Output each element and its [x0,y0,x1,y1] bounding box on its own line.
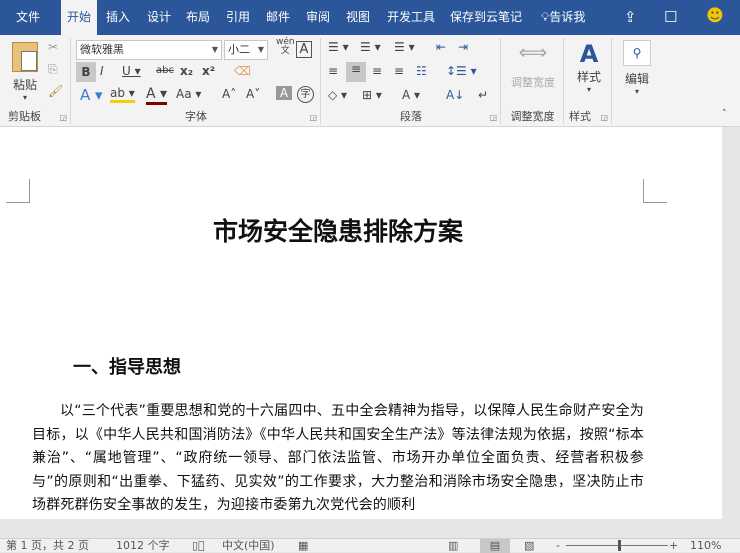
vertical-scrollbar[interactable] [722,127,740,519]
print-layout-icon[interactable]: ▤ [480,539,510,553]
adjust-width-group: ⟺ 调整宽度 调整宽度 [502,38,564,124]
justify-button[interactable]: ≡ [394,64,404,78]
language-indicator[interactable]: 中文(中国) [222,539,275,553]
align-left-button[interactable]: ≡ [328,64,338,78]
tab-layout[interactable]: 布局 [180,0,216,35]
zoom-out-button[interactable]: - [556,539,560,553]
proofing-icon[interactable]: ▯ͯ [192,539,205,553]
sort-button[interactable]: A↓ [446,88,464,102]
styles-icon: A [579,40,599,68]
chevron-down-icon[interactable]: ▼ [212,41,218,59]
asian-layout-button[interactable]: A ▾ [402,88,420,102]
align-center-button[interactable]: ≡ [346,62,366,82]
copy-icon[interactable]: ⎘ [48,62,58,77]
ribbon-tab-bar: 文件 开始 插入 设计 布局 引用 邮件 审阅 视图 开发工具 保存到云笔记 💡… [0,0,740,35]
clear-formatting-icon[interactable]: ⌫ [234,64,251,78]
superscript-button[interactable]: x² [202,64,215,78]
share-icon[interactable]: ⇪ [624,8,637,26]
status-bar: 第 1 页，共 2 页 1012 个字 ▯ͯ 中文(中国) ▦ ▥ ▤ ▧ - … [0,538,740,553]
body-paragraph: 以“三个代表”重要思想和党的十六届四中、五中全会精神为指导，以保障人民生命财产安… [32,403,644,513]
document-title: 市场安全隐患排除方案 [212,217,463,246]
text-effects-button[interactable]: A ▾ [80,86,103,104]
tab-developer[interactable]: 开发工具 [381,0,441,35]
align-right-button[interactable]: ≡ [372,64,382,78]
tab-design[interactable]: 设计 [141,0,177,35]
underline-button[interactable]: U ▾ [122,64,141,78]
tell-me-button[interactable]: 💡︎告诉我 [535,0,591,35]
dialog-launcher-icon[interactable]: ◲ [309,113,317,122]
macro-record-icon[interactable]: ▦ [298,539,308,553]
italic-button[interactable]: I [100,64,104,78]
numbering-button[interactable]: ☰ ▾ [360,40,381,54]
smiley-feedback-icon[interactable]: ☻ [706,6,724,26]
tab-review[interactable]: 审阅 [300,0,336,35]
paragraph-group: ☰ ▾ ☰ ▾ ☰ ▾ ⇤ ⇥ ≡ ≡ ≡ ≡ ☷ ↕☰ ▾ ◇ ▾ ⊞ ▾ A… [322,38,501,124]
tab-mailings[interactable]: 邮件 [260,0,296,35]
font-size-combo[interactable]: 小二 ▼ [224,40,268,60]
collapse-ribbon-icon[interactable]: ˄ [722,109,727,119]
clipboard-icon [12,42,38,72]
word-count[interactable]: 1012 个字 [116,539,170,553]
paste-button[interactable]: 粘贴 ▾ [8,42,42,104]
zoom-level[interactable]: 110% [690,539,721,553]
subscript-button[interactable]: x₂ [180,64,193,78]
web-layout-icon[interactable]: ▧ [524,539,534,553]
tab-home[interactable]: 开始 [61,0,97,35]
dialog-launcher-icon[interactable]: ◲ [489,113,497,122]
font-color-button[interactable]: A ▾ [146,86,168,105]
tab-view[interactable]: 视图 [340,0,376,35]
increase-indent-button[interactable]: ⇥ [458,40,468,54]
zoom-in-button[interactable]: + [669,539,678,553]
phonetic-guide-button[interactable]: wén 文 [276,38,295,56]
clipboard-group: 粘贴 ▾ ✂ ⎘ 🖌︎ 剪贴板 ◲ [0,38,71,124]
decrease-indent-button[interactable]: ⇤ [436,40,446,54]
font-group: 微软雅黑 ▼ 小二 ▼ wén 文 A B I U ▾ abc x₂ x² ⌫ A ▾… [72,38,321,124]
distributed-button[interactable]: ☷ [416,64,427,78]
tab-insert[interactable]: 插入 [100,0,136,35]
dialog-launcher-icon[interactable]: ◲ [600,113,608,122]
crop-mark [6,179,30,203]
character-border-button[interactable]: A [296,41,312,58]
tab-references[interactable]: 引用 [220,0,256,35]
cut-icon[interactable]: ✂ [48,40,58,54]
search-icon: ⚲ [623,40,651,66]
change-case-button[interactable]: Aa ▾ [176,87,201,101]
grow-font-button[interactable]: A˄ [222,87,236,101]
read-mode-icon[interactable]: ▥ [448,539,458,553]
zoom-slider[interactable] [566,545,668,546]
editing-group: ⚲ 编辑 ▾ [613,38,661,124]
page-count[interactable]: 第 1 页，共 2 页 [6,539,89,553]
dialog-launcher-icon[interactable]: ◲ [59,113,67,122]
shrink-font-button[interactable]: A˅ [246,87,260,101]
adjust-width-icon: ⟺ [518,40,548,64]
strikethrough-button[interactable]: abc [156,65,174,76]
adjust-width-button[interactable]: ⟺ 调整宽度 [506,40,560,90]
chevron-down-icon[interactable]: ▼ [258,41,264,59]
zoom-slider-thumb[interactable] [618,540,622,551]
enclose-characters-button[interactable]: 字 [297,86,314,103]
ribbon: 粘贴 ▾ ✂ ⎘ 🖌︎ 剪贴板 ◲ 微软雅黑 ▼ 小二 ▼ wén 文 A B I U … [0,35,740,127]
font-name-combo[interactable]: 微软雅黑 ▼ [76,40,222,60]
highlight-color-button[interactable]: ab ▾ [110,86,135,103]
shading-button[interactable]: ◇ ▾ [328,88,347,102]
editing-button[interactable]: ⚲ 编辑 ▾ [619,40,655,96]
format-painter-icon[interactable]: 🖌︎ [48,84,63,98]
multilevel-list-button[interactable]: ☰ ▾ [394,40,415,54]
show-marks-button[interactable]: ↵ [478,88,488,102]
borders-button[interactable]: ⊞ ▾ [362,88,382,102]
tab-file[interactable]: 文件 [10,0,46,35]
styles-group: A 样式 ▾ 样式 ◲ [565,38,612,124]
styles-button[interactable]: A 样式 ▾ [569,40,609,94]
bold-button[interactable]: B [76,62,96,82]
heading-guiding-ideology: 一、指导思想 [73,357,181,378]
comment-icon[interactable]: ☐ [664,8,677,26]
character-shading-button[interactable]: A [276,86,292,100]
tab-save-cloud-note[interactable]: 保存到云笔记 [444,0,528,35]
bullets-button[interactable]: ☰ ▾ [328,40,349,54]
line-spacing-button[interactable]: ↕☰ ▾ [446,64,477,78]
crop-mark [643,179,667,203]
